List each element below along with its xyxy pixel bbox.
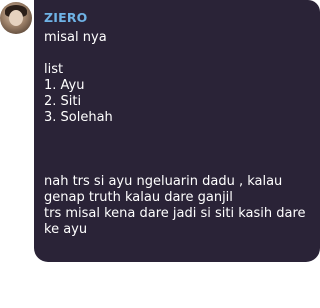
paragraph-line: nah trs si ayu ngeluarin dadu , kalau xyxy=(44,174,283,189)
list-title: list xyxy=(44,62,64,77)
avatar-face xyxy=(9,10,23,26)
list-item: 2. Siti xyxy=(44,94,82,109)
chat-message-bubble: ZIERO misal nya list 1. Ayu 2. Siti 3. S… xyxy=(34,0,320,262)
paragraph-line: trs misal kena dare jadi si siti kasih d… xyxy=(44,206,306,221)
avatar[interactable] xyxy=(0,2,32,34)
paragraph-line: genap truth kalau dare ganjil xyxy=(44,190,233,205)
list-item: 3. Solehah xyxy=(44,110,113,125)
list-item: 1. Ayu xyxy=(44,78,85,93)
paragraph-line: ke ayu xyxy=(44,222,88,237)
sender-name[interactable]: ZIERO xyxy=(44,10,310,26)
message-text: misal nya list 1. Ayu 2. Siti 3. Solehah… xyxy=(44,30,310,238)
blank-gap xyxy=(44,126,310,174)
message-line-greeting: misal nya xyxy=(44,30,107,45)
